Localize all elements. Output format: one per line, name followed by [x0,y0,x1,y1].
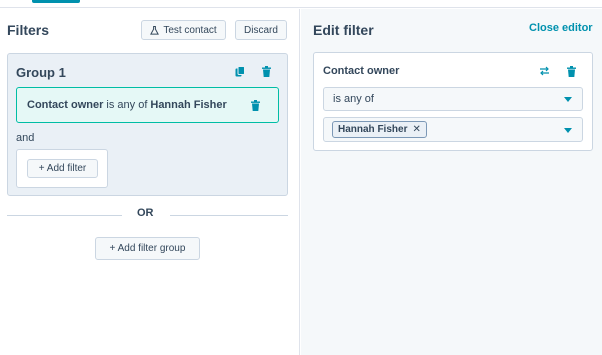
filters-title: Filters [7,22,50,38]
add-filter-group-label: + Add filter group [109,243,186,254]
owner-value-select[interactable]: Hannah Fisher ✕ [323,117,583,142]
divider-line [170,215,288,216]
or-label: OR [137,207,154,219]
property-title: Contact owner [323,65,400,77]
operator-select[interactable]: is any of [323,87,583,111]
filter-value: Hannah Fisher [150,99,227,111]
active-tab-indicator [32,0,80,3]
add-filter-button[interactable]: + Add filter [27,159,98,178]
filter-property: Contact owner [27,99,104,111]
filter-operator: is any of [106,99,148,111]
selected-owner-chip: Hannah Fisher ✕ [332,121,427,138]
copy-icon[interactable] [233,64,247,78]
edit-filter-panel: Edit filter Close editor Contact owner i… [301,9,602,355]
trash-icon[interactable] [564,64,578,78]
close-icon[interactable]: ✕ [412,124,420,135]
divider-line [7,215,122,216]
add-filter-container: + Add filter [16,149,108,188]
trash-icon[interactable] [248,98,262,112]
test-contact-button[interactable]: Test contact [141,20,226,40]
filters-panel: Filters Test contact Discard Group 1 Con… [0,9,300,355]
edit-filter-card: Contact owner is any of Hannah Fisher ✕ [313,52,593,151]
caret-down-icon [564,127,572,133]
filter-condition-card[interactable]: Contact owner is any of Hannah Fisher [16,87,279,123]
discard-label: Discard [244,24,278,36]
add-filter-group-button[interactable]: + Add filter group [95,237,200,260]
filter-group: Group 1 Contact owner is any of Hannah F… [7,53,288,196]
and-label: and [16,132,35,144]
discard-button[interactable]: Discard [235,20,287,40]
test-contact-label: Test contact [163,24,217,36]
flask-icon [150,25,160,35]
edit-filter-title: Edit filter [313,22,374,38]
close-editor-link[interactable]: Close editor [529,22,593,34]
or-divider: OR [7,207,288,223]
caret-down-icon [564,97,572,102]
top-tab-bar [0,0,602,8]
chip-label: Hannah Fisher [338,124,408,135]
trash-icon[interactable] [259,64,273,78]
add-filter-label: + Add filter [38,163,87,174]
swap-icon[interactable] [537,64,551,78]
group-title: Group 1 [16,65,66,80]
operator-select-value: is any of [333,93,374,105]
